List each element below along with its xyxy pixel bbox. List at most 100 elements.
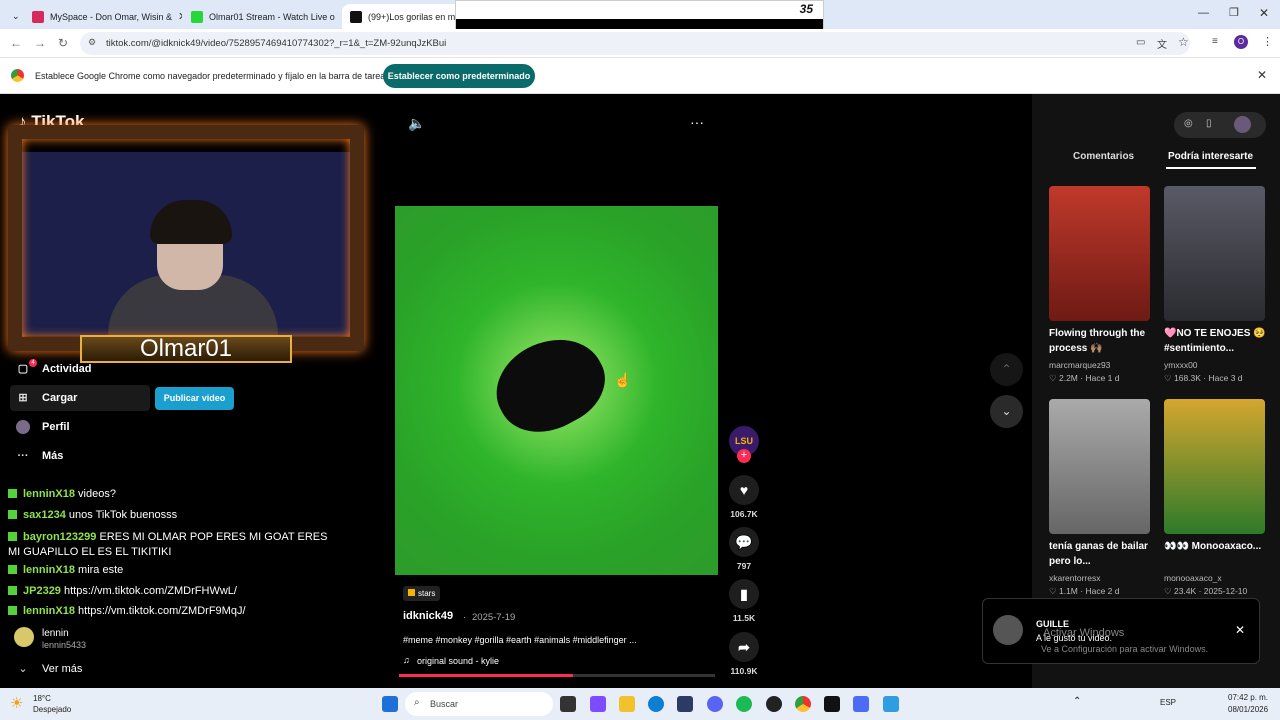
reading-list-icon[interactable]: ≡ [1212, 36, 1218, 47]
close-icon[interactable]: ✕ [1235, 623, 1245, 637]
chevron-up-icon[interactable]: ⌃ [1073, 696, 1081, 707]
avatar-icon [16, 420, 30, 434]
video-thumbnail[interactable] [1049, 399, 1150, 534]
avatar[interactable] [14, 627, 34, 647]
sidebar-item-mas[interactable]: ··· Más [16, 444, 64, 468]
copilot-icon[interactable] [590, 696, 606, 712]
see-more-link[interactable]: ⌄ Ver más [16, 657, 82, 681]
tab-comentarios[interactable]: Comentarios [1073, 151, 1134, 162]
tab-tiktok[interactable]: (99+)Los gorilas en meme [342, 4, 467, 29]
menu-dots-icon[interactable]: ⋮ [1262, 35, 1273, 48]
url-field[interactable]: ⚙ tiktok.com/@idknick49/video/7528957469… [80, 32, 1190, 55]
comment-icon: 💬 [729, 527, 759, 557]
maximize-icon[interactable]: ❐ [1229, 6, 1239, 19]
more-options-icon[interactable]: ··· [690, 114, 704, 130]
tiktok-icon[interactable] [824, 696, 840, 712]
video-thumbnail[interactable] [1049, 186, 1150, 321]
video-author[interactable]: xkarentorresx [1049, 573, 1101, 583]
phone-icon[interactable]: ▯ [1206, 118, 1212, 129]
tab-search-button[interactable]: ⌄ [4, 4, 24, 29]
windows-start-icon[interactable] [382, 696, 398, 712]
chat-user: lenninX18 [23, 605, 75, 617]
follow-plus-icon[interactable]: + [737, 449, 751, 463]
video-caption[interactable]: #meme #monkey #gorilla #earth #animals #… [403, 635, 637, 645]
video-thumbnail[interactable] [1164, 186, 1265, 321]
store-icon[interactable] [677, 696, 693, 712]
video-title[interactable]: Flowing through the process 🙌🏽 [1049, 326, 1157, 356]
user-avatar[interactable] [1234, 116, 1251, 133]
following-name[interactable]: lennin [42, 628, 69, 639]
close-window-icon[interactable]: ✕ [1259, 6, 1269, 20]
chat-text: unos TikTok buenosss [68, 509, 178, 521]
following-handle: lennin5433 [42, 640, 87, 650]
task-view-icon[interactable] [560, 696, 576, 712]
toast-watermark-sub: Ve a Configuración para activar Windows. [1041, 644, 1209, 654]
tab-podria-interesarte[interactable]: Podría interesarte [1168, 151, 1253, 162]
cast-icon[interactable]: ▭ [1136, 37, 1145, 48]
weather-sun-icon[interactable]: ☀ [10, 694, 23, 712]
myspace-icon [32, 10, 44, 23]
kick-badge-icon [8, 489, 17, 498]
compass-icon[interactable]: ◎ [1184, 118, 1193, 129]
tab-myspace[interactable]: MySpace - Don Omar, Wisin & ✕ [24, 4, 182, 29]
sidebar-item-actividad[interactable]: ▢ Actividad [16, 357, 92, 381]
reload-icon[interactable]: ↻ [58, 36, 68, 50]
close-icon[interactable]: ✕ [178, 10, 182, 23]
input-language[interactable]: ESP [1160, 698, 1176, 707]
video-author[interactable]: idknick49 [403, 610, 453, 622]
sidebar-item-cargar[interactable]: ⊞ Cargar [16, 386, 77, 410]
video-author[interactable]: marcmarquez93 [1049, 360, 1110, 370]
url-text: tiktok.com/@idknick49/video/752895746941… [106, 38, 447, 49]
share-button[interactable]: ➦ 110.9K [729, 632, 759, 676]
notification-toast[interactable]: GUILLE Activar Windows A le gustó tu vid… [982, 598, 1260, 664]
volume-icon[interactable]: 🔈 [408, 115, 425, 132]
file-explorer-icon[interactable] [619, 696, 635, 712]
chat-message: lenninX18 https://vm.tiktok.com/ZMDrF9Mq… [8, 605, 246, 617]
profile-avatar[interactable]: O [1234, 35, 1248, 49]
translate-icon[interactable]: 文 [1157, 36, 1167, 51]
obs-icon[interactable] [766, 696, 782, 712]
taskbar-search[interactable]: ⌕ Buscar [405, 692, 553, 716]
infobar-message: Establece Google Chrome como navegador p… [35, 71, 390, 81]
video-title[interactable]: tenía ganas de bailar pero lo... [1049, 539, 1157, 569]
minimize-icon[interactable]: — [1198, 7, 1209, 19]
tab-olmar-stream[interactable]: Olmar01 Stream - Watch Live o ✕ [183, 4, 341, 29]
sidebar-item-perfil[interactable]: Perfil [16, 415, 70, 439]
edge-icon[interactable] [648, 696, 664, 712]
next-video-button[interactable]: ⌄ [990, 395, 1023, 428]
discord-icon[interactable] [707, 696, 723, 712]
clock-date[interactable]: 08/01/2026 [1228, 705, 1268, 714]
app-icon[interactable] [883, 696, 899, 712]
app-icon[interactable] [853, 696, 869, 712]
tab-title: Olmar01 Stream - Watch Live o [209, 11, 335, 22]
clock-time[interactable]: 07:42 p. m. [1228, 693, 1268, 702]
forward-icon[interactable]: → [34, 36, 46, 50]
like-button[interactable]: ♥ 106.7K [729, 475, 759, 519]
set-default-button[interactable]: Establecer como predeterminado [383, 64, 535, 88]
video-title[interactable]: 🩷NO TE ENOJES 🥺 #sentimiento... [1164, 326, 1272, 356]
video-author[interactable]: monooaxaco_x [1164, 573, 1222, 583]
chrome-icon[interactable] [795, 696, 811, 712]
site-info-icon[interactable]: ⚙ [88, 37, 96, 48]
default-browser-infobar: Establece Google Chrome como navegador p… [0, 58, 1280, 94]
comment-button[interactable]: 💬 797 [729, 527, 759, 571]
publish-video-button[interactable]: Publicar video [155, 387, 234, 410]
like-count: 106.7K [730, 509, 758, 519]
stars-badge: stars [403, 586, 441, 601]
close-icon[interactable]: ✕ [1257, 68, 1267, 82]
back-icon[interactable]: ← [10, 36, 22, 50]
time: 2025-12-10 [1203, 586, 1248, 596]
video-sound[interactable]: original sound - kylie [417, 656, 499, 666]
windows-taskbar: ☀ 18°C Despejado ⌕ Buscar ⌃ ESP 07:42 p.… [0, 688, 1280, 720]
video-author[interactable]: ymxxx00 [1164, 360, 1198, 370]
video-progress-bar[interactable] [399, 674, 715, 677]
previous-video-button[interactable]: ⌃ [990, 353, 1023, 386]
chat-user: JP2329 [23, 585, 61, 597]
save-button[interactable]: ▮ 11.5K [729, 579, 759, 623]
chat-user: lenninX18 [23, 564, 75, 576]
video-title[interactable]: 👀👀 Monooaxaco... [1164, 539, 1272, 554]
spotify-icon[interactable] [736, 696, 752, 712]
notification-badge: 4 [29, 359, 37, 367]
video-thumbnail[interactable] [1164, 399, 1265, 534]
bookmark-star-icon[interactable]: ☆ [1178, 35, 1189, 49]
